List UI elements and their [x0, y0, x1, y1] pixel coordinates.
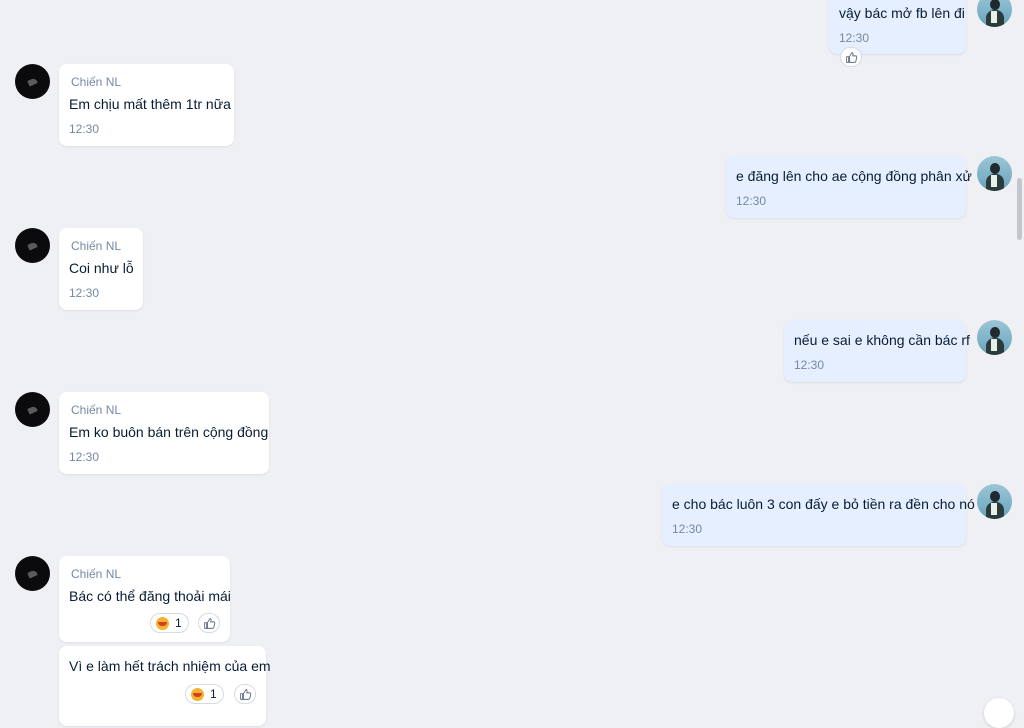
message-time: 12:30 [794, 358, 825, 372]
message-time: 12:30 [839, 31, 870, 45]
reaction-count: 1 [210, 687, 217, 701]
self-avatar[interactable] [977, 156, 1012, 191]
message-text: Em chịu mất thêm 1tr nữa [69, 96, 231, 112]
message-text: vậy bác mở fb lên đi [839, 5, 965, 21]
self-message-bubble[interactable]: vậy bác mở fb lên đi 12:30 [829, 0, 966, 54]
message-time: 12:30 [736, 194, 767, 208]
contact-message-bubble[interactable]: Vì e làm hết trách nhiệm của em 1 [59, 646, 271, 726]
contact-message-bubble[interactable]: Chiến NL Bác có thể đăng thoải mái 1 [59, 556, 231, 642]
like-button[interactable] [840, 47, 862, 67]
chat-message-list: vậy bác mở fb lên đi 12:30 Chiến NL Em c… [0, 0, 1014, 728]
message-text: Em ko buôn bán trên cộng đồng [69, 424, 269, 440]
message-text: e đăng lên cho ae cộng đồng phân xử [736, 168, 972, 184]
sender-name: Chiến NL [71, 403, 122, 417]
contact-avatar[interactable] [15, 64, 50, 99]
message-time: 12:30 [672, 522, 703, 536]
sender-name: Chiến NL [71, 75, 122, 89]
contact-avatar[interactable] [15, 392, 50, 427]
message-text: e cho bác luôn 3 con đấy e bỏ tiền ra đề… [672, 496, 975, 512]
scrollbar-thumb[interactable] [1017, 178, 1022, 240]
scroll-to-bottom-button[interactable] [984, 698, 1014, 728]
like-button[interactable] [198, 613, 220, 633]
sender-name: Chiến NL [71, 567, 122, 581]
haha-emoji-icon [156, 616, 169, 630]
message-text: Bác có thể đăng thoải mái [69, 588, 231, 604]
contact-message-bubble[interactable]: Chiến NL Em ko buôn bán trên cộng đồng 1… [59, 392, 269, 474]
self-message-bubble[interactable]: e đăng lên cho ae cộng đồng phân xử 12:3… [726, 156, 972, 218]
self-avatar[interactable] [977, 320, 1012, 355]
thumbs-up-icon [845, 51, 857, 63]
scrollbar[interactable] [1014, 0, 1024, 711]
message-text: nếu e sai e không cần bác rf [794, 332, 970, 348]
message-text: Coi như lỗ [69, 260, 134, 276]
reaction-count: 1 [175, 616, 182, 630]
self-message-bubble[interactable]: e cho bác luôn 3 con đấy e bỏ tiền ra đề… [662, 484, 975, 546]
like-button[interactable] [234, 684, 256, 704]
thumbs-up-icon [203, 617, 215, 629]
message-time: 12:30 [69, 122, 100, 136]
self-avatar[interactable] [977, 484, 1012, 519]
sender-name: Chiến NL [71, 239, 122, 253]
self-avatar[interactable] [977, 0, 1012, 27]
contact-message-bubble[interactable]: Chiến NL Coi như lỗ 12:30 [59, 228, 143, 310]
haha-emoji-icon [191, 687, 204, 701]
message-time: 12:30 [69, 286, 100, 300]
contact-avatar[interactable] [15, 228, 50, 263]
reaction-badge[interactable]: 1 [150, 613, 189, 633]
reaction-badge[interactable]: 1 [185, 684, 224, 704]
thumbs-up-icon [239, 688, 251, 700]
message-time: 12:30 [69, 450, 100, 464]
contact-avatar[interactable] [15, 556, 50, 591]
self-message-bubble[interactable]: nếu e sai e không cần bác rf 12:30 [784, 320, 970, 382]
contact-message-bubble[interactable]: Chiến NL Em chịu mất thêm 1tr nữa 12:30 [59, 64, 234, 146]
message-text: Vì e làm hết trách nhiệm của em [69, 658, 271, 674]
